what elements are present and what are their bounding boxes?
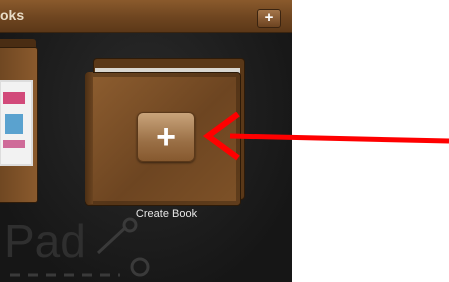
photo-detail bbox=[3, 140, 25, 148]
svg-text:Pad: Pad bbox=[4, 215, 86, 267]
red-arrow-icon bbox=[202, 112, 449, 161]
photo-detail bbox=[5, 114, 23, 134]
existing-book[interactable] bbox=[0, 39, 38, 203]
plus-icon: + bbox=[156, 118, 176, 156]
book-cover bbox=[0, 47, 38, 203]
album-spine bbox=[85, 72, 93, 204]
navigation-bar: oks + bbox=[0, 0, 292, 33]
photo-detail bbox=[3, 92, 25, 104]
ipad-logo-icon: Pad bbox=[4, 215, 150, 277]
add-book-button[interactable]: + bbox=[257, 9, 281, 28]
book-cover-photo bbox=[0, 80, 33, 166]
nav-title: oks bbox=[0, 7, 25, 23]
create-book-button[interactable]: + bbox=[137, 112, 195, 162]
